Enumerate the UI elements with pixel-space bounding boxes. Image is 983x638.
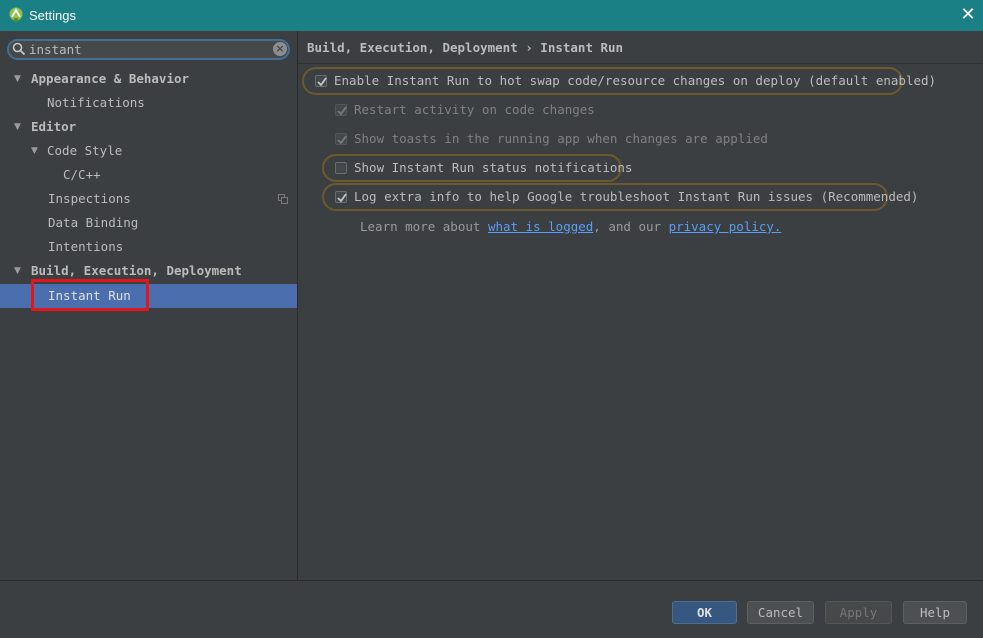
option-label: Show toasts in the running app when chan…	[354, 131, 768, 146]
breadcrumb: Build, Execution, Deployment › Instant R…	[307, 40, 624, 55]
tree-item-notifications[interactable]: Notifications	[0, 91, 297, 115]
highlight-annotation	[31, 279, 149, 311]
collapse-arrow-icon[interactable]: ▼	[31, 139, 38, 163]
divider	[298, 63, 983, 64]
tree-item-appearance-behavior[interactable]: ▼ Appearance & Behavior	[0, 67, 297, 91]
option-label: Show Instant Run status notifications	[354, 160, 633, 175]
android-studio-icon	[9, 7, 23, 22]
option-restart-activity: Restart activity on code changes	[322, 96, 622, 124]
option-enable-instant-run[interactable]: Enable Instant Run to hot swap code/reso…	[302, 67, 936, 95]
apply-button: Apply	[825, 601, 892, 624]
checkmark-icon	[317, 77, 327, 87]
tree-item-data-binding[interactable]: Data Binding	[0, 211, 297, 235]
learn-more-middle: , and our	[593, 219, 669, 234]
option-label: Log extra info to help Google troublesho…	[354, 189, 919, 204]
clear-search-icon[interactable]: ×	[273, 42, 287, 56]
settings-search-box[interactable]: ×	[7, 39, 290, 60]
checkmark-icon	[337, 193, 347, 203]
tree-item-label: Code Style	[47, 143, 123, 158]
collapse-arrow-icon[interactable]: ▼	[14, 115, 21, 139]
divider	[0, 580, 983, 581]
tree-item-label: Editor	[31, 119, 77, 134]
tree-item-code-style[interactable]: ▼ Code Style	[0, 139, 297, 163]
tree-item-label: Data Binding	[48, 215, 139, 230]
status-notifications-checkbox[interactable]	[335, 162, 347, 174]
title-bar: Settings ✕	[0, 0, 983, 31]
learn-more-text: Learn more about what is logged, and our…	[360, 219, 781, 234]
checkmark-icon	[337, 135, 347, 145]
collapse-arrow-icon[interactable]: ▼	[14, 259, 21, 283]
option-show-toasts: Show toasts in the running app when chan…	[322, 125, 768, 153]
help-button[interactable]: Help	[903, 601, 967, 624]
collapse-arrow-icon[interactable]: ▼	[14, 67, 21, 91]
tree-item-editor[interactable]: ▼ Editor	[0, 115, 297, 139]
search-icon	[12, 42, 26, 56]
checkmark-icon	[337, 106, 347, 116]
tree-item-label: Inspections	[48, 191, 131, 206]
tree-item-c-cpp[interactable]: C/C++	[0, 163, 297, 187]
tree-item-label: Notifications	[47, 95, 145, 110]
learn-more-prefix: Learn more about	[360, 219, 488, 234]
show-toasts-checkbox	[335, 133, 347, 145]
tree-item-label: Intentions	[48, 239, 124, 254]
tree-item-inspections[interactable]: Inspections	[0, 187, 297, 211]
option-label: Enable Instant Run to hot swap code/reso…	[334, 73, 937, 88]
what-is-logged-link[interactable]: what is logged	[488, 219, 593, 234]
window-title: Settings	[29, 8, 76, 23]
search-input[interactable]	[29, 41, 259, 58]
enable-instant-run-checkbox[interactable]	[315, 75, 327, 87]
cancel-button[interactable]: Cancel	[747, 601, 814, 624]
tree-item-intentions[interactable]: Intentions	[0, 235, 297, 259]
restart-activity-checkbox	[335, 104, 347, 116]
tree-item-label: C/C++	[63, 167, 101, 182]
option-status-notifications[interactable]: Show Instant Run status notifications	[322, 154, 632, 182]
ok-button[interactable]: OK	[672, 601, 737, 624]
option-log-extra-info[interactable]: Log extra info to help Google troublesho…	[322, 183, 918, 211]
privacy-policy-link[interactable]: privacy policy.	[669, 219, 782, 234]
option-label: Restart activity on code changes	[354, 102, 595, 117]
project-settings-icon	[278, 194, 288, 204]
tree-item-label: Appearance & Behavior	[31, 71, 190, 86]
log-extra-info-checkbox[interactable]	[335, 191, 347, 203]
close-icon[interactable]: ✕	[958, 5, 978, 25]
